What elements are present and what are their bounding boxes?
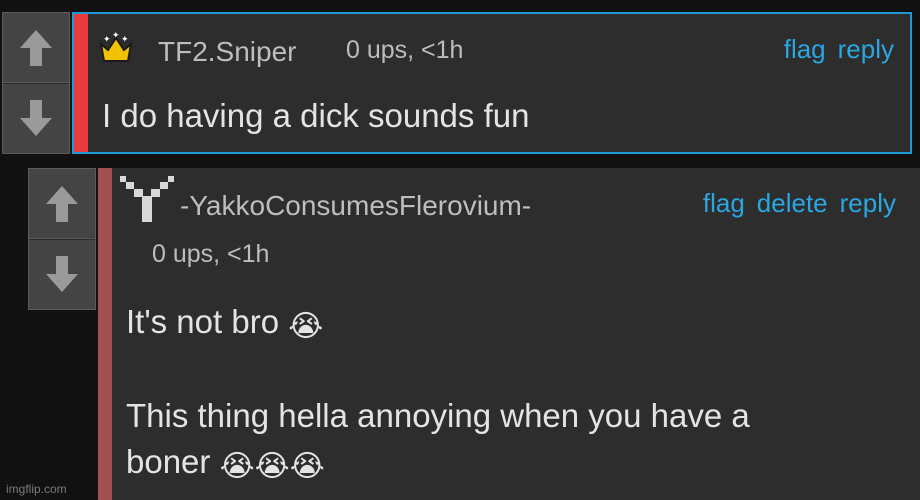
comment-text: I do having a dick sounds fun [102, 97, 530, 134]
reply-link[interactable]: reply [840, 188, 896, 219]
downvote-button[interactable] [3, 82, 69, 153]
comment-username[interactable]: -YakkoConsumesFlerovium- [180, 190, 531, 222]
crying-emoji-icon: 😭 [219, 450, 255, 483]
vote-box-1 [2, 12, 70, 154]
comment-actions: flag reply [784, 34, 894, 65]
svg-text:✦: ✦ [121, 34, 129, 44]
delete-link[interactable]: delete [757, 188, 828, 219]
comment-depth-bar [98, 168, 112, 500]
comment-text: It's not bro [126, 303, 280, 340]
svg-text:✦: ✦ [112, 30, 120, 40]
crying-emoji-icon: 😭 [254, 450, 290, 483]
crying-emoji-icon: 😭 [288, 310, 324, 343]
comment-line-1: It's not bro 😭 [126, 302, 323, 347]
crying-emoji-icon: 😭 [289, 450, 325, 483]
upvote-button[interactable] [29, 169, 95, 240]
svg-text:✦: ✦ [103, 34, 111, 44]
comment-1: ✦ ✦ ✦ TF2.Sniper 0 ups, <1h flag reply I… [72, 12, 912, 154]
arrow-up-icon [20, 30, 52, 66]
comment-depth-bar [74, 14, 88, 152]
comment-line-2: This thing hella annoying when you have … [126, 397, 750, 434]
comment-line-3: boner 😭😭😭 [126, 442, 325, 487]
comment-meta: 0 ups, <1h [346, 36, 464, 64]
flag-link[interactable]: flag [784, 34, 826, 65]
downvote-button[interactable] [29, 238, 95, 309]
reply-link[interactable]: reply [838, 34, 894, 65]
watermark: imgflip.com [6, 482, 67, 496]
comment-text: boner [126, 443, 211, 480]
arrow-up-icon [46, 186, 78, 222]
arrow-down-icon [20, 100, 52, 136]
y-logo-icon [120, 176, 174, 222]
comment-username[interactable]: TF2.Sniper [158, 36, 297, 68]
arrow-down-icon [46, 256, 78, 292]
vote-box-2 [28, 168, 96, 310]
upvote-button[interactable] [3, 13, 69, 84]
comment-meta: 0 ups, <1h [152, 240, 270, 268]
flag-link[interactable]: flag [703, 188, 745, 219]
comment-actions: flag delete reply [703, 188, 896, 219]
comment-2: -YakkoConsumesFlerovium- flag delete rep… [98, 168, 920, 500]
crown-icon: ✦ ✦ ✦ [99, 30, 133, 62]
